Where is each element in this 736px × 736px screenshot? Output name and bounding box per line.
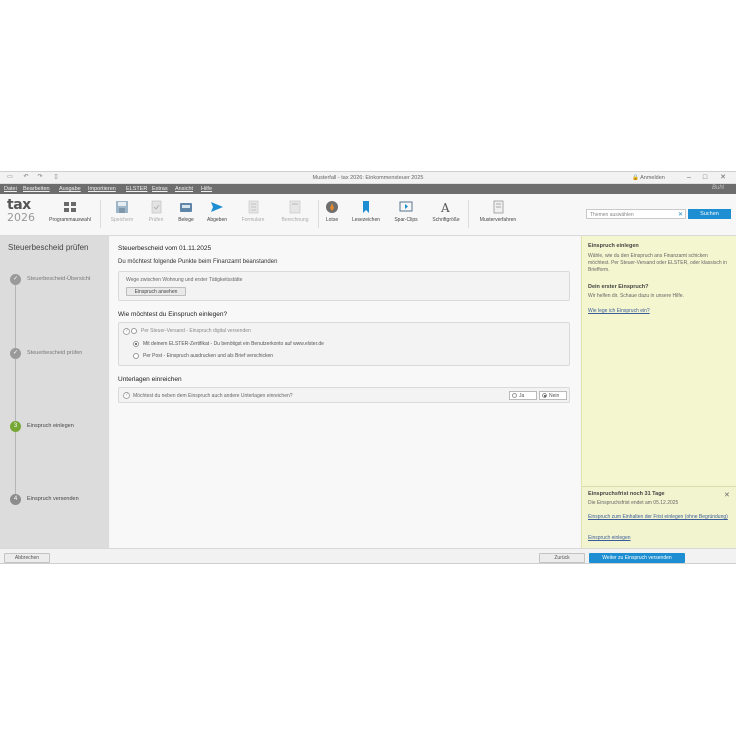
menu-datei[interactable]: Datei bbox=[4, 186, 17, 192]
search-button[interactable]: Suchen bbox=[688, 209, 731, 219]
step-number: 4 bbox=[10, 494, 21, 505]
nav-title: Steuerbescheid prüfen bbox=[8, 243, 89, 252]
help-title: Einspruch einlegen bbox=[588, 243, 639, 249]
step-einspruch-einlegen[interactable]: 3 Einspruch einlegen bbox=[10, 421, 106, 433]
page-heading: Steuerbescheid vom 01.11.2025 bbox=[118, 245, 212, 252]
help-link[interactable]: Wie lege ich Einspruch ein? bbox=[588, 308, 650, 314]
documents-question: Möchtest du neben dem Einspruch auch and… bbox=[133, 393, 293, 399]
grid-icon bbox=[63, 200, 77, 214]
ribbon-programmauswahl[interactable]: Programmauswahl bbox=[44, 200, 96, 230]
help-subtext: Wir helfen dir. Schaue dazu in unsere Hi… bbox=[588, 293, 684, 299]
title-bar: ▭ ↶ ↷ ▯ Musterfall - tax 2026: Einkommen… bbox=[0, 172, 736, 184]
step-navigation: Steuerbescheid prüfen ✓ Steuerbescheid-Ü… bbox=[0, 236, 109, 548]
ribbon-separator bbox=[100, 200, 101, 228]
radio-steuer-versand[interactable] bbox=[131, 328, 137, 334]
bookmark-icon bbox=[359, 200, 373, 214]
method-heading: Wie möchtest du Einspruch einlegen? bbox=[118, 311, 228, 318]
ribbon-pruefen[interactable]: Prüfen bbox=[142, 200, 170, 230]
maximize-icon[interactable]: □ bbox=[698, 173, 712, 183]
einspruch-link[interactable]: Einspruch einlegen bbox=[588, 535, 631, 541]
ribbon-separator bbox=[468, 200, 469, 228]
ribbon-schriftgroesse[interactable]: A Schriftgröße bbox=[426, 200, 466, 230]
menu-ansicht[interactable]: Ansicht bbox=[175, 186, 193, 192]
step-einspruch-versenden[interactable]: 4 Einspruch versenden bbox=[10, 494, 106, 506]
ribbon-abgeben[interactable]: Abgeben bbox=[202, 200, 232, 230]
calculator-icon bbox=[288, 200, 302, 214]
document-icon bbox=[491, 200, 505, 214]
help-icon[interactable]: ? bbox=[123, 328, 130, 335]
menu-extras[interactable]: Extras bbox=[152, 186, 168, 192]
next-button[interactable]: Weiter zu Einspruch versenden bbox=[589, 553, 685, 563]
inbox-icon bbox=[179, 200, 193, 214]
help-icon[interactable]: ? bbox=[123, 392, 130, 399]
ribbon-lesezeichen[interactable]: Lesezeichen bbox=[346, 200, 386, 230]
help-text: Wähle, wie du den Einspruch ans Finanzam… bbox=[588, 253, 727, 273]
radio-elster[interactable] bbox=[133, 341, 139, 347]
checkmark-icon: ✓ bbox=[10, 274, 21, 285]
step-connector bbox=[15, 280, 16, 500]
deadline-text: Die Einspruchsfrist endet am 05.12.2025 bbox=[588, 500, 679, 506]
ribbon-belege[interactable]: Belege bbox=[172, 200, 200, 230]
form-icon bbox=[246, 200, 260, 214]
main-content: Steuerbescheid vom 01.11.2025 Du möchtes… bbox=[110, 236, 580, 548]
svg-text:A: A bbox=[440, 201, 450, 214]
play-icon bbox=[399, 200, 413, 214]
ribbon-speichern[interactable]: Speichern bbox=[104, 200, 140, 230]
complaint-heading: Du möchtest folgende Punkte beim Finanza… bbox=[118, 259, 278, 265]
ribbon-formulare[interactable]: Formulare bbox=[234, 200, 272, 230]
application-window: ▭ ↶ ↷ ▯ Musterfall - tax 2026: Einkommen… bbox=[0, 171, 736, 564]
radio-no[interactable] bbox=[542, 393, 547, 398]
step-number: 3 bbox=[10, 421, 21, 432]
ribbon-musterverfahren[interactable]: Musterverfahren bbox=[472, 200, 524, 230]
back-button[interactable]: Zurück bbox=[539, 553, 585, 563]
bottom-bar: Abbrechen Zurück Weiter zu Einspruch ver… bbox=[0, 548, 736, 563]
ribbon-lotse[interactable]: Lotse bbox=[320, 200, 344, 230]
ribbon-berechnung[interactable]: Berechnung bbox=[274, 200, 316, 230]
font-size-icon: A bbox=[439, 200, 453, 215]
radio-yes[interactable] bbox=[512, 393, 517, 398]
checkmark-icon: ✓ bbox=[10, 348, 21, 359]
view-complaint-button[interactable]: Einspruch ansehen bbox=[126, 287, 186, 296]
deadline-link[interactable]: Einspruch zum Einhalten der Frist einleg… bbox=[588, 514, 728, 521]
menu-ausgabe[interactable]: Ausgabe bbox=[59, 186, 81, 192]
send-icon bbox=[210, 200, 224, 214]
clear-search-icon[interactable]: ✕ bbox=[678, 211, 683, 218]
menu-hilfe[interactable]: Hilfe bbox=[201, 186, 212, 192]
yes-option[interactable]: Ja bbox=[509, 391, 537, 400]
cancel-button[interactable]: Abbrechen bbox=[4, 553, 50, 563]
step-pruefen[interactable]: ✓ Steuerbescheid prüfen bbox=[10, 348, 106, 360]
menu-bar: Datei Bearbeiten Ausgabe Importieren ELS… bbox=[0, 184, 736, 194]
compass-icon bbox=[325, 200, 339, 214]
menu-importieren[interactable]: Importieren bbox=[88, 186, 116, 192]
deadline-title: Einspruchsfrist noch 31 Tage bbox=[588, 491, 665, 497]
login-link[interactable]: 🔒 Anmelden bbox=[632, 175, 665, 181]
brand-logo: Buhl bbox=[712, 185, 725, 191]
lock-icon: 🔒 bbox=[632, 175, 639, 181]
ribbon-spar-clips[interactable]: Spar-Clips bbox=[388, 200, 424, 230]
ribbon-separator bbox=[318, 200, 319, 228]
menu-elster[interactable]: ELSTER bbox=[126, 186, 147, 192]
app-logo: tax 2026 bbox=[7, 197, 35, 224]
complaint-card: Wege zwischen Wohnung und erster Tätigke… bbox=[118, 271, 570, 301]
save-icon bbox=[115, 200, 129, 214]
help-panel: Einspruch einlegen Wähle, wie du den Ein… bbox=[581, 236, 736, 548]
method-card: ? Per Steuer-Versand - Einspruch digital… bbox=[118, 322, 570, 366]
menu-bearbeiten[interactable]: Bearbeiten bbox=[23, 186, 50, 192]
complaint-item: Wege zwischen Wohnung und erster Tätigke… bbox=[126, 277, 243, 283]
deadline-box: Einspruchsfrist noch 31 Tage ✕ Die Einsp… bbox=[582, 486, 736, 548]
radio-post[interactable] bbox=[133, 353, 139, 359]
close-icon[interactable]: ✕ bbox=[724, 491, 730, 499]
search-input[interactable]: Themen auswählen ✕ bbox=[586, 209, 686, 219]
no-option[interactable]: Nein bbox=[539, 391, 567, 400]
help-subtitle: Dein erster Einspruch? bbox=[588, 284, 649, 290]
minimize-icon[interactable]: – bbox=[682, 173, 696, 183]
close-window-icon[interactable]: ✕ bbox=[716, 173, 730, 183]
documents-heading: Unterlagen einreichen bbox=[118, 376, 182, 383]
window-title: Musterfall - tax 2026: Einkommensteuer 2… bbox=[312, 175, 424, 181]
step-uebersicht[interactable]: ✓ Steuerbescheid-Übersicht bbox=[10, 274, 106, 286]
check-document-icon bbox=[149, 200, 163, 214]
documents-card: ? Möchtest du neben dem Einspruch auch a… bbox=[118, 387, 570, 403]
